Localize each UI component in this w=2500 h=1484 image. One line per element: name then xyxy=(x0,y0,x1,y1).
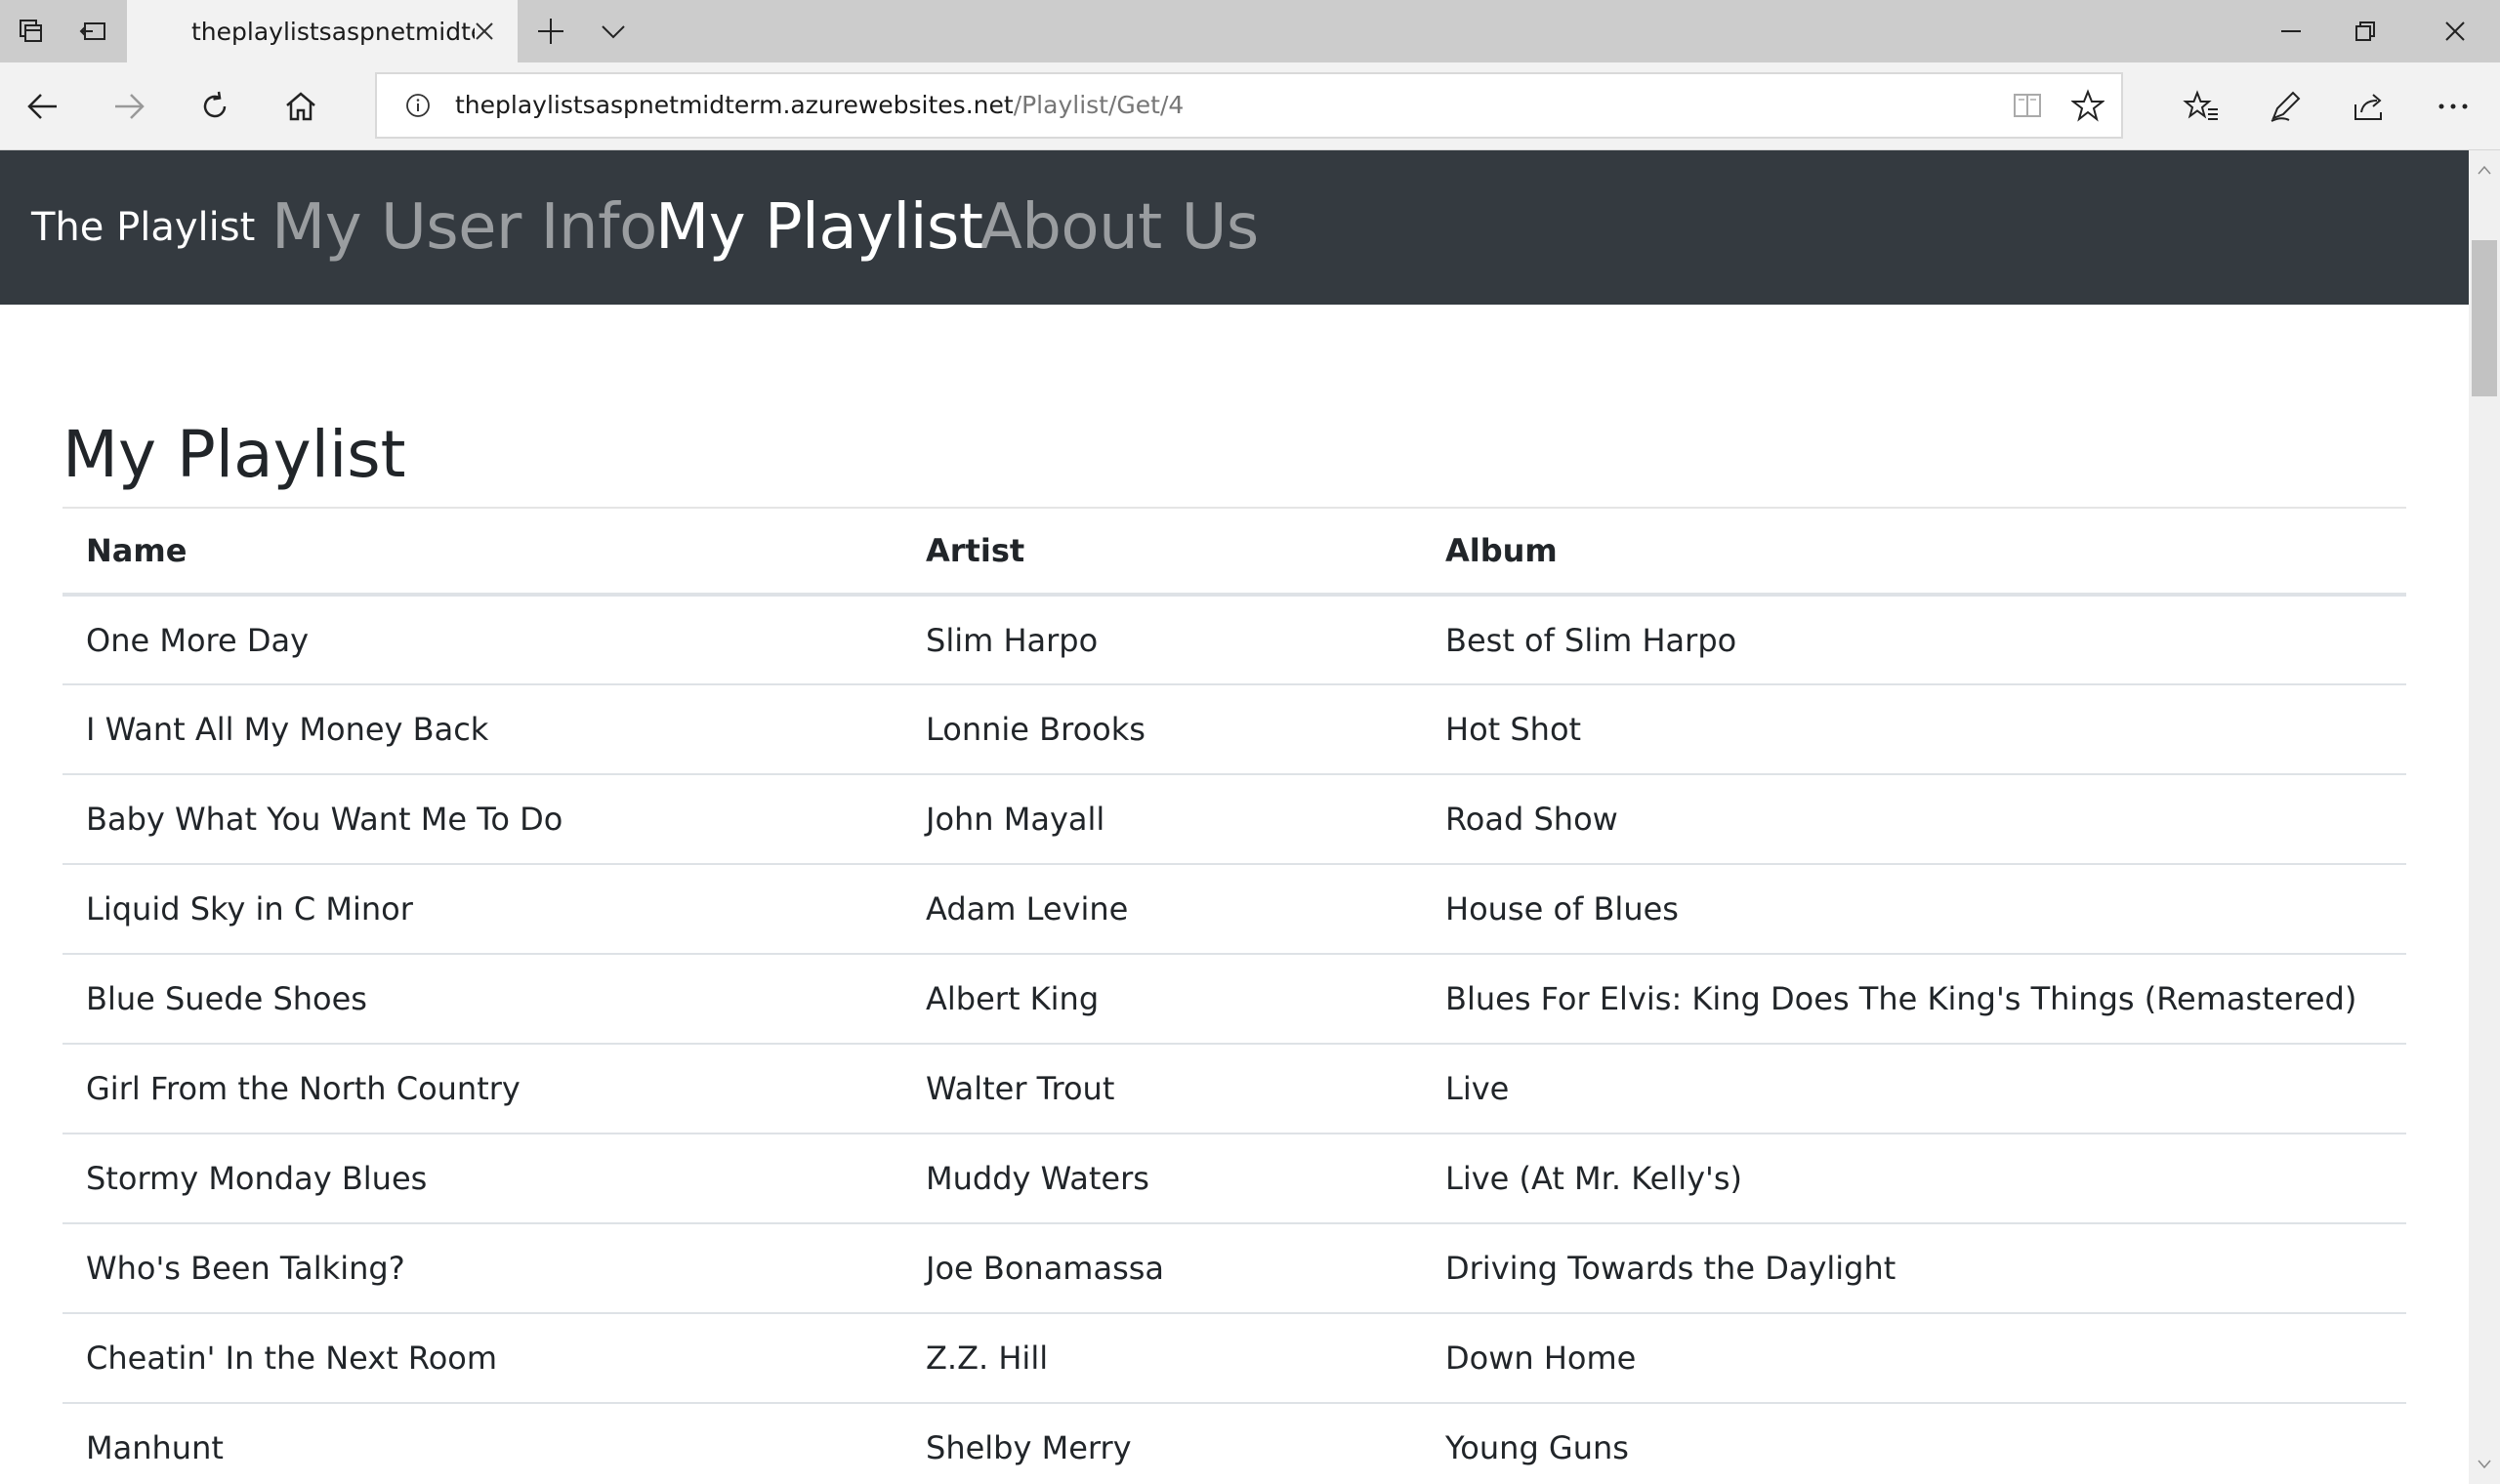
active-tab[interactable]: theplaylistsaspnetmidte xyxy=(127,0,518,62)
web-note-pen-icon[interactable] xyxy=(2246,62,2324,150)
page-title: My Playlist xyxy=(62,417,406,492)
table-row: Baby What You Want Me To Do John Mayall … xyxy=(62,774,2406,865)
scrollbar-thumb[interactable] xyxy=(2472,240,2497,396)
table-row: Who's Been Talking? Joe Bonamassa Drivin… xyxy=(62,1223,2406,1314)
table-row: Stormy Monday Blues Muddy Waters Live (A… xyxy=(62,1134,2406,1224)
album-cell: Down Home xyxy=(1422,1313,2406,1404)
refresh-icon[interactable] xyxy=(176,62,254,150)
table-header-row: Name Artist Album xyxy=(62,509,2406,597)
album-cell: Young Guns xyxy=(1422,1403,2406,1484)
artist-cell: Lonnie Brooks xyxy=(902,684,1422,775)
url-path: /Playlist/Get/4 xyxy=(1013,91,1185,119)
tab-list-chevron-icon[interactable] xyxy=(582,0,645,62)
address-bar[interactable]: theplaylistsaspnetmidterm.azurewebsites.… xyxy=(375,72,2123,139)
browser-tab-bar: theplaylistsaspnetmidte xyxy=(0,0,2500,62)
nav-my-user-info[interactable]: My User Info xyxy=(271,150,657,305)
song-name-cell: Blue Suede Shoes xyxy=(62,954,902,1045)
artist-cell: Slim Harpo xyxy=(902,595,1422,685)
brand-link[interactable]: The Playlist xyxy=(31,150,255,305)
song-name-cell: Liquid Sky in C Minor xyxy=(62,864,902,955)
new-tab-icon[interactable] xyxy=(520,0,582,62)
artist-cell: Muddy Waters xyxy=(902,1134,1422,1224)
table-row: One More Day Slim Harpo Best of Slim Har… xyxy=(62,595,2406,685)
tab-title: theplaylistsaspnetmidte xyxy=(191,17,475,46)
favorite-star-icon[interactable] xyxy=(2059,74,2117,137)
artist-cell: Z.Z. Hill xyxy=(902,1313,1422,1404)
song-name-cell: Baby What You Want Me To Do xyxy=(62,774,902,865)
song-name-cell: One More Day xyxy=(62,595,902,685)
song-name-cell: Stormy Monday Blues xyxy=(62,1134,902,1224)
site-navbar: The Playlist My User Info My Playlist Ab… xyxy=(0,150,2469,305)
table-row: I Want All My Money Back Lonnie Brooks H… xyxy=(62,684,2406,775)
back-icon[interactable] xyxy=(4,62,82,150)
scroll-down-arrow-icon[interactable] xyxy=(2469,1449,2500,1480)
more-dots-icon[interactable] xyxy=(2414,62,2492,150)
album-cell: House of Blues xyxy=(1422,864,2406,955)
column-header-name: Name xyxy=(62,509,902,597)
url-host: theplaylistsaspnetmidterm.azurewebsites.… xyxy=(455,91,1014,119)
url-text[interactable]: theplaylistsaspnetmidterm.azurewebsites.… xyxy=(455,74,1184,137)
artist-cell: Joe Bonamassa xyxy=(902,1223,1422,1314)
album-cell: Driving Towards the Daylight xyxy=(1422,1223,2406,1314)
song-name-cell: Who's Been Talking? xyxy=(62,1223,902,1314)
table-row: Manhunt Shelby Merry Young Guns xyxy=(62,1403,2406,1484)
column-header-album: Album xyxy=(1422,509,2406,597)
artist-cell: Shelby Merry xyxy=(902,1403,1422,1484)
table-row: Liquid Sky in C Minor Adam Levine House … xyxy=(62,864,2406,955)
restore-icon[interactable] xyxy=(2320,0,2410,62)
forward-icon[interactable] xyxy=(90,62,168,150)
album-cell: Hot Shot xyxy=(1422,684,2406,775)
song-name-cell: Cheatin' In the Next Room xyxy=(62,1313,902,1404)
playlist-table: Name Artist Album One More Day Slim Harp… xyxy=(62,509,2406,1484)
close-window-icon[interactable] xyxy=(2410,0,2500,62)
album-cell: Live (At Mr. Kelly's) xyxy=(1422,1134,2406,1224)
artist-cell: Adam Levine xyxy=(902,864,1422,955)
page-viewport: The Playlist My User Info My Playlist Ab… xyxy=(0,150,2469,1484)
nav-my-playlist[interactable]: My Playlist xyxy=(655,150,983,305)
browser-address-toolbar: theplaylistsaspnetmidterm.azurewebsites.… xyxy=(0,62,2500,150)
share-icon[interactable] xyxy=(2330,62,2408,150)
album-cell: Blues For Elvis: King Does The King's Th… xyxy=(1422,954,2406,1045)
table-row: Girl From the North Country Walter Trout… xyxy=(62,1044,2406,1134)
nav-about-us[interactable]: About Us xyxy=(979,150,1259,305)
site-info-icon[interactable] xyxy=(398,74,438,137)
song-name-cell: Girl From the North Country xyxy=(62,1044,902,1134)
close-tab-icon[interactable] xyxy=(457,0,512,62)
album-cell: Live xyxy=(1422,1044,2406,1134)
column-header-artist: Artist xyxy=(902,509,1422,597)
reading-view-icon[interactable] xyxy=(1998,74,2057,137)
song-name-cell: Manhunt xyxy=(62,1403,902,1484)
artist-cell: Albert King xyxy=(902,954,1422,1045)
album-cell: Best of Slim Harpo xyxy=(1422,595,2406,685)
table-row: Blue Suede Shoes Albert King Blues For E… xyxy=(62,954,2406,1045)
table-row: Cheatin' In the Next Room Z.Z. Hill Down… xyxy=(62,1313,2406,1404)
tab-preview-icon[interactable] xyxy=(0,0,62,62)
home-icon[interactable] xyxy=(262,62,340,150)
vertical-scrollbar[interactable] xyxy=(2469,150,2500,1484)
album-cell: Road Show xyxy=(1422,774,2406,865)
artist-cell: Walter Trout xyxy=(902,1044,1422,1134)
song-name-cell: I Want All My Money Back xyxy=(62,684,902,775)
artist-cell: John Mayall xyxy=(902,774,1422,865)
scroll-up-arrow-icon[interactable] xyxy=(2469,154,2500,186)
favorites-list-icon[interactable] xyxy=(2162,62,2240,150)
set-aside-tabs-icon[interactable] xyxy=(62,0,125,62)
